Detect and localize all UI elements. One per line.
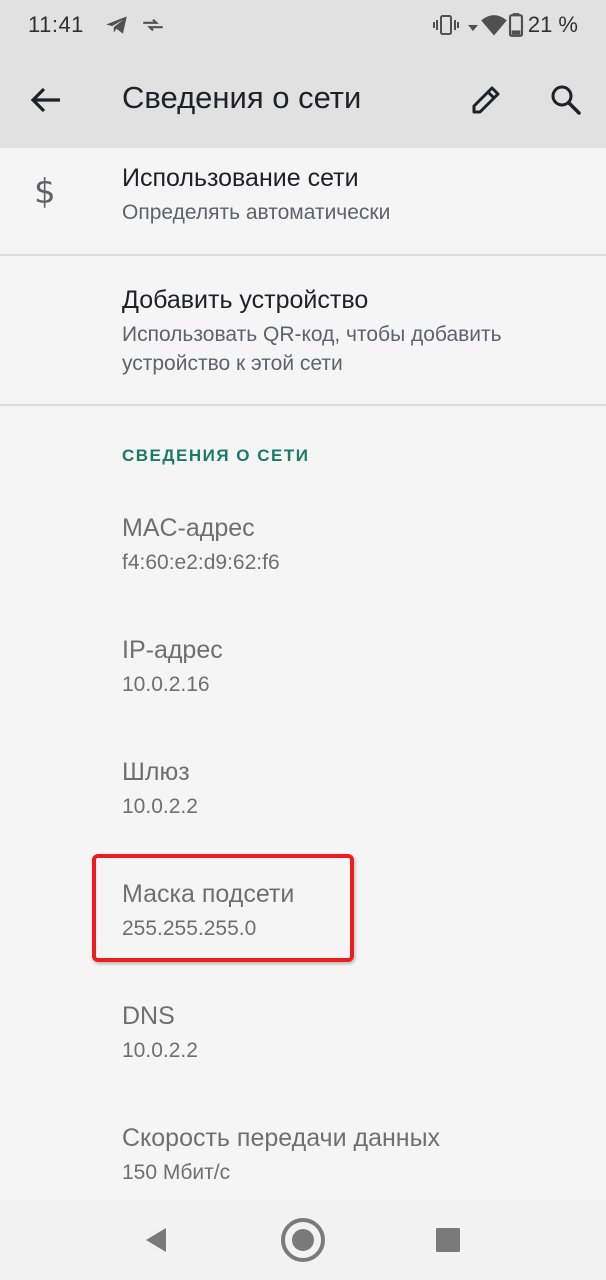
back-button[interactable] bbox=[22, 76, 70, 124]
data-transfer-icon bbox=[140, 12, 166, 43]
network-usage-subtitle: Определять автоматически bbox=[122, 201, 391, 224]
dollar-icon: $ bbox=[34, 172, 56, 212]
network-usage-item[interactable]: $ Использование сети Определять автомати… bbox=[0, 148, 606, 254]
detail-dns[interactable]: DNS 10.0.2.2 bbox=[0, 986, 606, 1096]
arrow-back-icon bbox=[30, 87, 60, 113]
vibrate-icon bbox=[432, 12, 460, 43]
detail-link-speed[interactable]: Скорость передачи данных 150 Мбит/с bbox=[0, 1108, 606, 1200]
detail-label: Шлюз bbox=[122, 758, 190, 786]
pencil-icon bbox=[472, 86, 500, 114]
detail-value: f4:60:e2:d9:62:f6 bbox=[122, 551, 280, 574]
section-title: СВЕДЕНИЯ О СЕТИ bbox=[122, 446, 310, 465]
nav-home-button[interactable] bbox=[279, 1216, 327, 1264]
nav-recents-button[interactable] bbox=[424, 1216, 472, 1264]
nav-back-button[interactable] bbox=[132, 1216, 180, 1264]
battery-percent: 21 % bbox=[527, 12, 578, 37]
detail-ip[interactable]: IP-адрес 10.0.2.16 bbox=[0, 620, 606, 730]
detail-value: 150 Мбит/с bbox=[122, 1161, 231, 1184]
page-title: Сведения о сети bbox=[122, 80, 362, 115]
detail-value: 10.0.2.16 bbox=[122, 673, 210, 696]
dropdown-arrow-icon bbox=[468, 20, 478, 38]
detail-value: 10.0.2.2 bbox=[122, 1039, 198, 1062]
square-recents-icon bbox=[436, 1228, 460, 1252]
detail-gateway[interactable]: Шлюз 10.0.2.2 bbox=[0, 742, 606, 852]
network-usage-title: Использование сети bbox=[122, 164, 359, 192]
triangle-back-icon bbox=[146, 1228, 166, 1252]
detail-mac[interactable]: MAC-адрес f4:60:e2:d9:62:f6 bbox=[0, 498, 606, 608]
detail-label: Скорость передачи данных bbox=[122, 1124, 441, 1152]
navigation-bar bbox=[0, 1200, 606, 1280]
detail-value: 10.0.2.2 bbox=[122, 795, 198, 818]
highlight-box bbox=[92, 854, 354, 962]
wifi-icon bbox=[480, 12, 508, 43]
battery-icon bbox=[508, 12, 524, 43]
search-button[interactable] bbox=[542, 76, 590, 124]
settings-list: $ Использование сети Определять автомати… bbox=[0, 148, 606, 1200]
detail-label: MAC-адрес bbox=[122, 514, 255, 542]
telegram-icon bbox=[104, 12, 130, 43]
home-circle-icon bbox=[281, 1218, 325, 1262]
add-device-subtitle: Использовать QR-код, чтобы добавить устр… bbox=[122, 323, 502, 375]
add-device-title: Добавить устройство bbox=[122, 286, 369, 314]
app-bar: Сведения о сети bbox=[0, 52, 606, 148]
divider bbox=[0, 404, 606, 406]
edit-button[interactable] bbox=[462, 76, 510, 124]
status-time: 11:41 bbox=[28, 12, 84, 37]
add-device-item[interactable]: Добавить устройство Использовать QR-код,… bbox=[0, 256, 606, 404]
detail-label: DNS bbox=[122, 1002, 175, 1030]
detail-label: IP-адрес bbox=[122, 636, 223, 664]
status-bar: 11:41 21 % bbox=[0, 0, 606, 52]
search-icon bbox=[551, 85, 581, 115]
